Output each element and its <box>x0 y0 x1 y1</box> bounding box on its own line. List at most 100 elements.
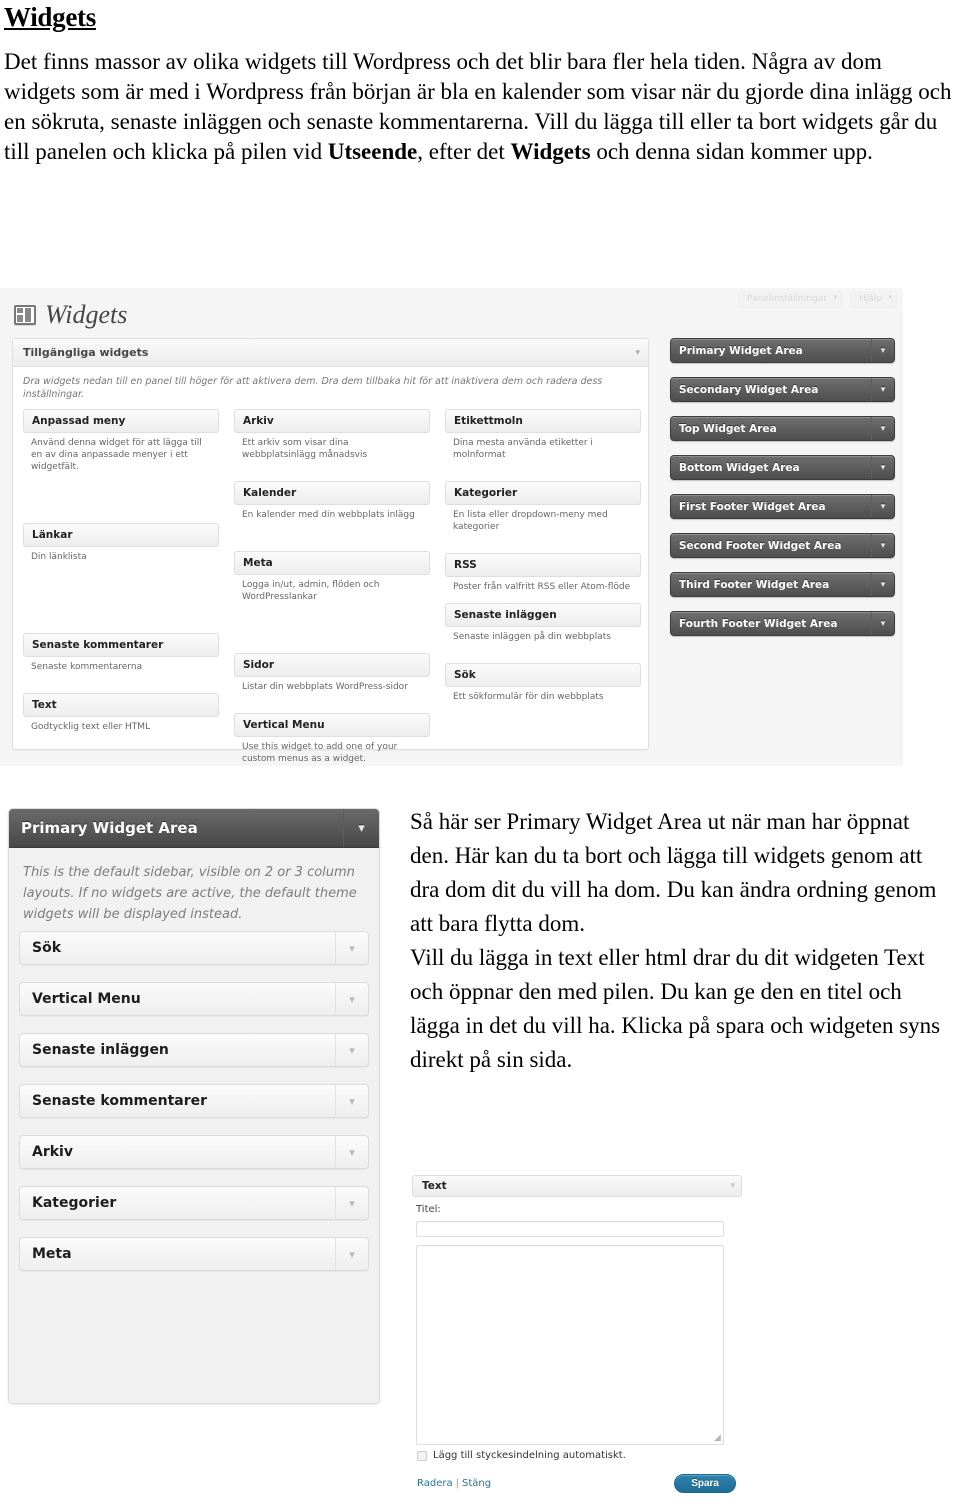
widget-title[interactable]: Etikettmoln <box>445 409 641 433</box>
help-tab[interactable]: Hjälp <box>850 291 897 308</box>
chevron-down-icon[interactable]: ▾ <box>335 932 368 964</box>
widget-meta[interactable]: Meta Logga in/ut, admin, flöden och Word… <box>234 551 430 603</box>
widget-title[interactable]: Meta <box>234 551 430 575</box>
chevron-down-icon[interactable]: ▾ <box>871 339 894 362</box>
widget-vertical-menu[interactable]: Vertical Menu Use this widget to add one… <box>234 713 430 765</box>
chevron-down-icon[interactable]: ▾ <box>335 1085 368 1117</box>
active-widget-label: Sök <box>32 940 62 956</box>
widget-title[interactable]: Kalender <box>234 481 430 505</box>
available-widgets-grid: Anpassad meny Använd denna widget för at… <box>13 405 648 764</box>
resize-grip-icon[interactable]: ◣ <box>714 1433 721 1443</box>
auto-paragraph-checkbox[interactable] <box>417 1450 427 1461</box>
widget-sok[interactable]: Sök Ett sökformulär för din webbplats <box>445 663 641 703</box>
widget-text[interactable]: Text Godtycklig text eller HTML <box>23 693 219 733</box>
chevron-down-icon[interactable]: ▾ <box>335 1136 368 1168</box>
widget-title[interactable]: Senaste inläggen <box>445 603 641 627</box>
widget-title[interactable]: Länkar <box>23 523 219 547</box>
delete-link[interactable]: Radera <box>417 1478 453 1489</box>
widget-senaste-inlaggen[interactable]: Senaste inläggen Senaste inläggen på din… <box>445 603 641 643</box>
widgets-admin-screenshot: Panelinställningar Hjälp Widgets Tillgän… <box>0 288 903 766</box>
text-widget-title: Text <box>422 1180 447 1192</box>
widget-title[interactable]: Text <box>23 693 219 717</box>
chevron-down-icon[interactable]: ▾ <box>730 1181 735 1191</box>
active-widget-vertical-menu[interactable]: Vertical Menu ▾ <box>19 982 369 1016</box>
available-widgets-description: Dra widgets nedan till en panel till hög… <box>23 376 603 400</box>
active-widget-senaste-kommentarer[interactable]: Senaste kommentarer ▾ <box>19 1084 369 1118</box>
text-widget-content-area[interactable]: ◣ <box>416 1245 724 1445</box>
chevron-down-icon[interactable]: ▾ <box>335 1034 368 1066</box>
sidebar-area-secondary[interactable]: Secondary Widget Area ▾ <box>670 377 895 402</box>
admin-top-tabs: Panelinställningar Hjälp <box>737 291 897 308</box>
active-widget-label: Kategorier <box>32 1195 117 1211</box>
active-widget-label: Vertical Menu <box>32 991 141 1007</box>
active-widget-label: Arkiv <box>32 1144 73 1160</box>
chevron-down-icon[interactable]: ▾ <box>871 612 894 635</box>
widget-title[interactable]: Senaste kommentarer <box>23 633 219 657</box>
primary-area-description: This is the default sidebar, visible on … <box>23 865 357 922</box>
sidebar-area-primary[interactable]: Primary Widget Area ▾ <box>670 338 895 363</box>
widget-title[interactable]: Sök <box>445 663 641 687</box>
widget-title[interactable]: RSS <box>445 553 641 577</box>
widget-title[interactable]: Kategorier <box>445 481 641 505</box>
widget-sidor[interactable]: Sidor Listar din webbplats WordPress-sid… <box>234 653 430 693</box>
text-widget-header[interactable]: Text ▾ <box>412 1175 742 1197</box>
widget-etikettmoln[interactable]: Etikettmoln Dina mesta använda etiketter… <box>445 409 641 461</box>
sidebar-area-first-footer[interactable]: First Footer Widget Area ▾ <box>670 494 895 519</box>
primary-area-header[interactable]: Primary Widget Area ▾ <box>9 809 379 848</box>
active-widget-senaste-inlaggen[interactable]: Senaste inläggen ▾ <box>19 1033 369 1067</box>
widget-arkiv[interactable]: Arkiv Ett arkiv som visar dina webbplats… <box>234 409 430 461</box>
widget-title[interactable]: Sidor <box>234 653 430 677</box>
active-widget-meta[interactable]: Meta ▾ <box>19 1237 369 1271</box>
text-widget-title-input[interactable] <box>416 1220 724 1237</box>
chevron-down-icon[interactable]: ▾ <box>335 1238 368 1270</box>
sidebar-area-second-footer[interactable]: Second Footer Widget Area ▾ <box>670 533 895 558</box>
widget-kategorier[interactable]: Kategorier En lista eller dropdown-meny … <box>445 481 641 533</box>
admin-page-title: Widgets <box>45 300 128 329</box>
sidebar-area-bottom[interactable]: Bottom Widget Area ▾ <box>670 455 895 480</box>
active-widget-kategorier[interactable]: Kategorier ▾ <box>19 1186 369 1220</box>
auto-paragraph-label: Lägg till styckesindelning automatiskt. <box>433 1450 626 1461</box>
available-widgets-header[interactable]: Tillgängliga widgets ▾ <box>13 339 648 367</box>
widget-title[interactable]: Arkiv <box>234 409 430 433</box>
sidebar-area-fourth-footer[interactable]: Fourth Footer Widget Area ▾ <box>670 611 895 636</box>
widget-rss[interactable]: RSS Poster från valfritt RSS eller Atom-… <box>445 553 641 593</box>
screen-options-tab[interactable]: Panelinställningar <box>737 291 842 308</box>
chevron-down-icon[interactable]: ▾ <box>871 534 894 557</box>
widget-kalender[interactable]: Kalender En kalender med din webbplats i… <box>234 481 430 521</box>
sidebar-area-third-footer[interactable]: Third Footer Widget Area ▾ <box>670 572 895 597</box>
sidebar-area-top[interactable]: Top Widget Area ▾ <box>670 416 895 441</box>
active-widget-sok[interactable]: Sök ▾ <box>19 931 369 965</box>
close-link[interactable]: Stäng <box>462 1478 491 1489</box>
auto-paragraph-checkbox-row[interactable]: Lägg till styckesindelning automatiskt. <box>412 1445 742 1461</box>
intro-paragraph: Det finns massor av olika widgets till W… <box>0 33 960 167</box>
widget-title[interactable]: Vertical Menu <box>234 713 430 737</box>
chevron-down-icon[interactable]: ▾ <box>635 348 640 358</box>
chevron-down-icon[interactable]: ▾ <box>871 573 894 596</box>
chevron-down-icon[interactable]: ▾ <box>871 417 894 440</box>
active-widget-arkiv[interactable]: Arkiv ▾ <box>19 1135 369 1169</box>
widget-title[interactable]: Anpassad meny <box>23 409 219 433</box>
active-widget-label: Senaste kommentarer <box>32 1093 208 1109</box>
save-button[interactable]: Spara <box>674 1474 736 1493</box>
chevron-down-icon[interactable]: ▾ <box>335 1187 368 1219</box>
chevron-down-icon[interactable]: ▾ <box>871 495 894 518</box>
chevron-down-icon[interactable]: ▾ <box>335 983 368 1015</box>
widget-senaste-kommentarer[interactable]: Senaste kommentarer Senaste kommentarern… <box>23 633 219 673</box>
chevron-down-icon[interactable]: ▾ <box>343 809 379 847</box>
widget-anpassad-meny[interactable]: Anpassad meny Använd denna widget för at… <box>23 409 219 473</box>
chevron-down-icon[interactable]: ▾ <box>871 378 894 401</box>
widget-lankar[interactable]: Länkar Din länklista <box>23 523 219 563</box>
chevron-down-icon[interactable]: ▾ <box>871 456 894 479</box>
